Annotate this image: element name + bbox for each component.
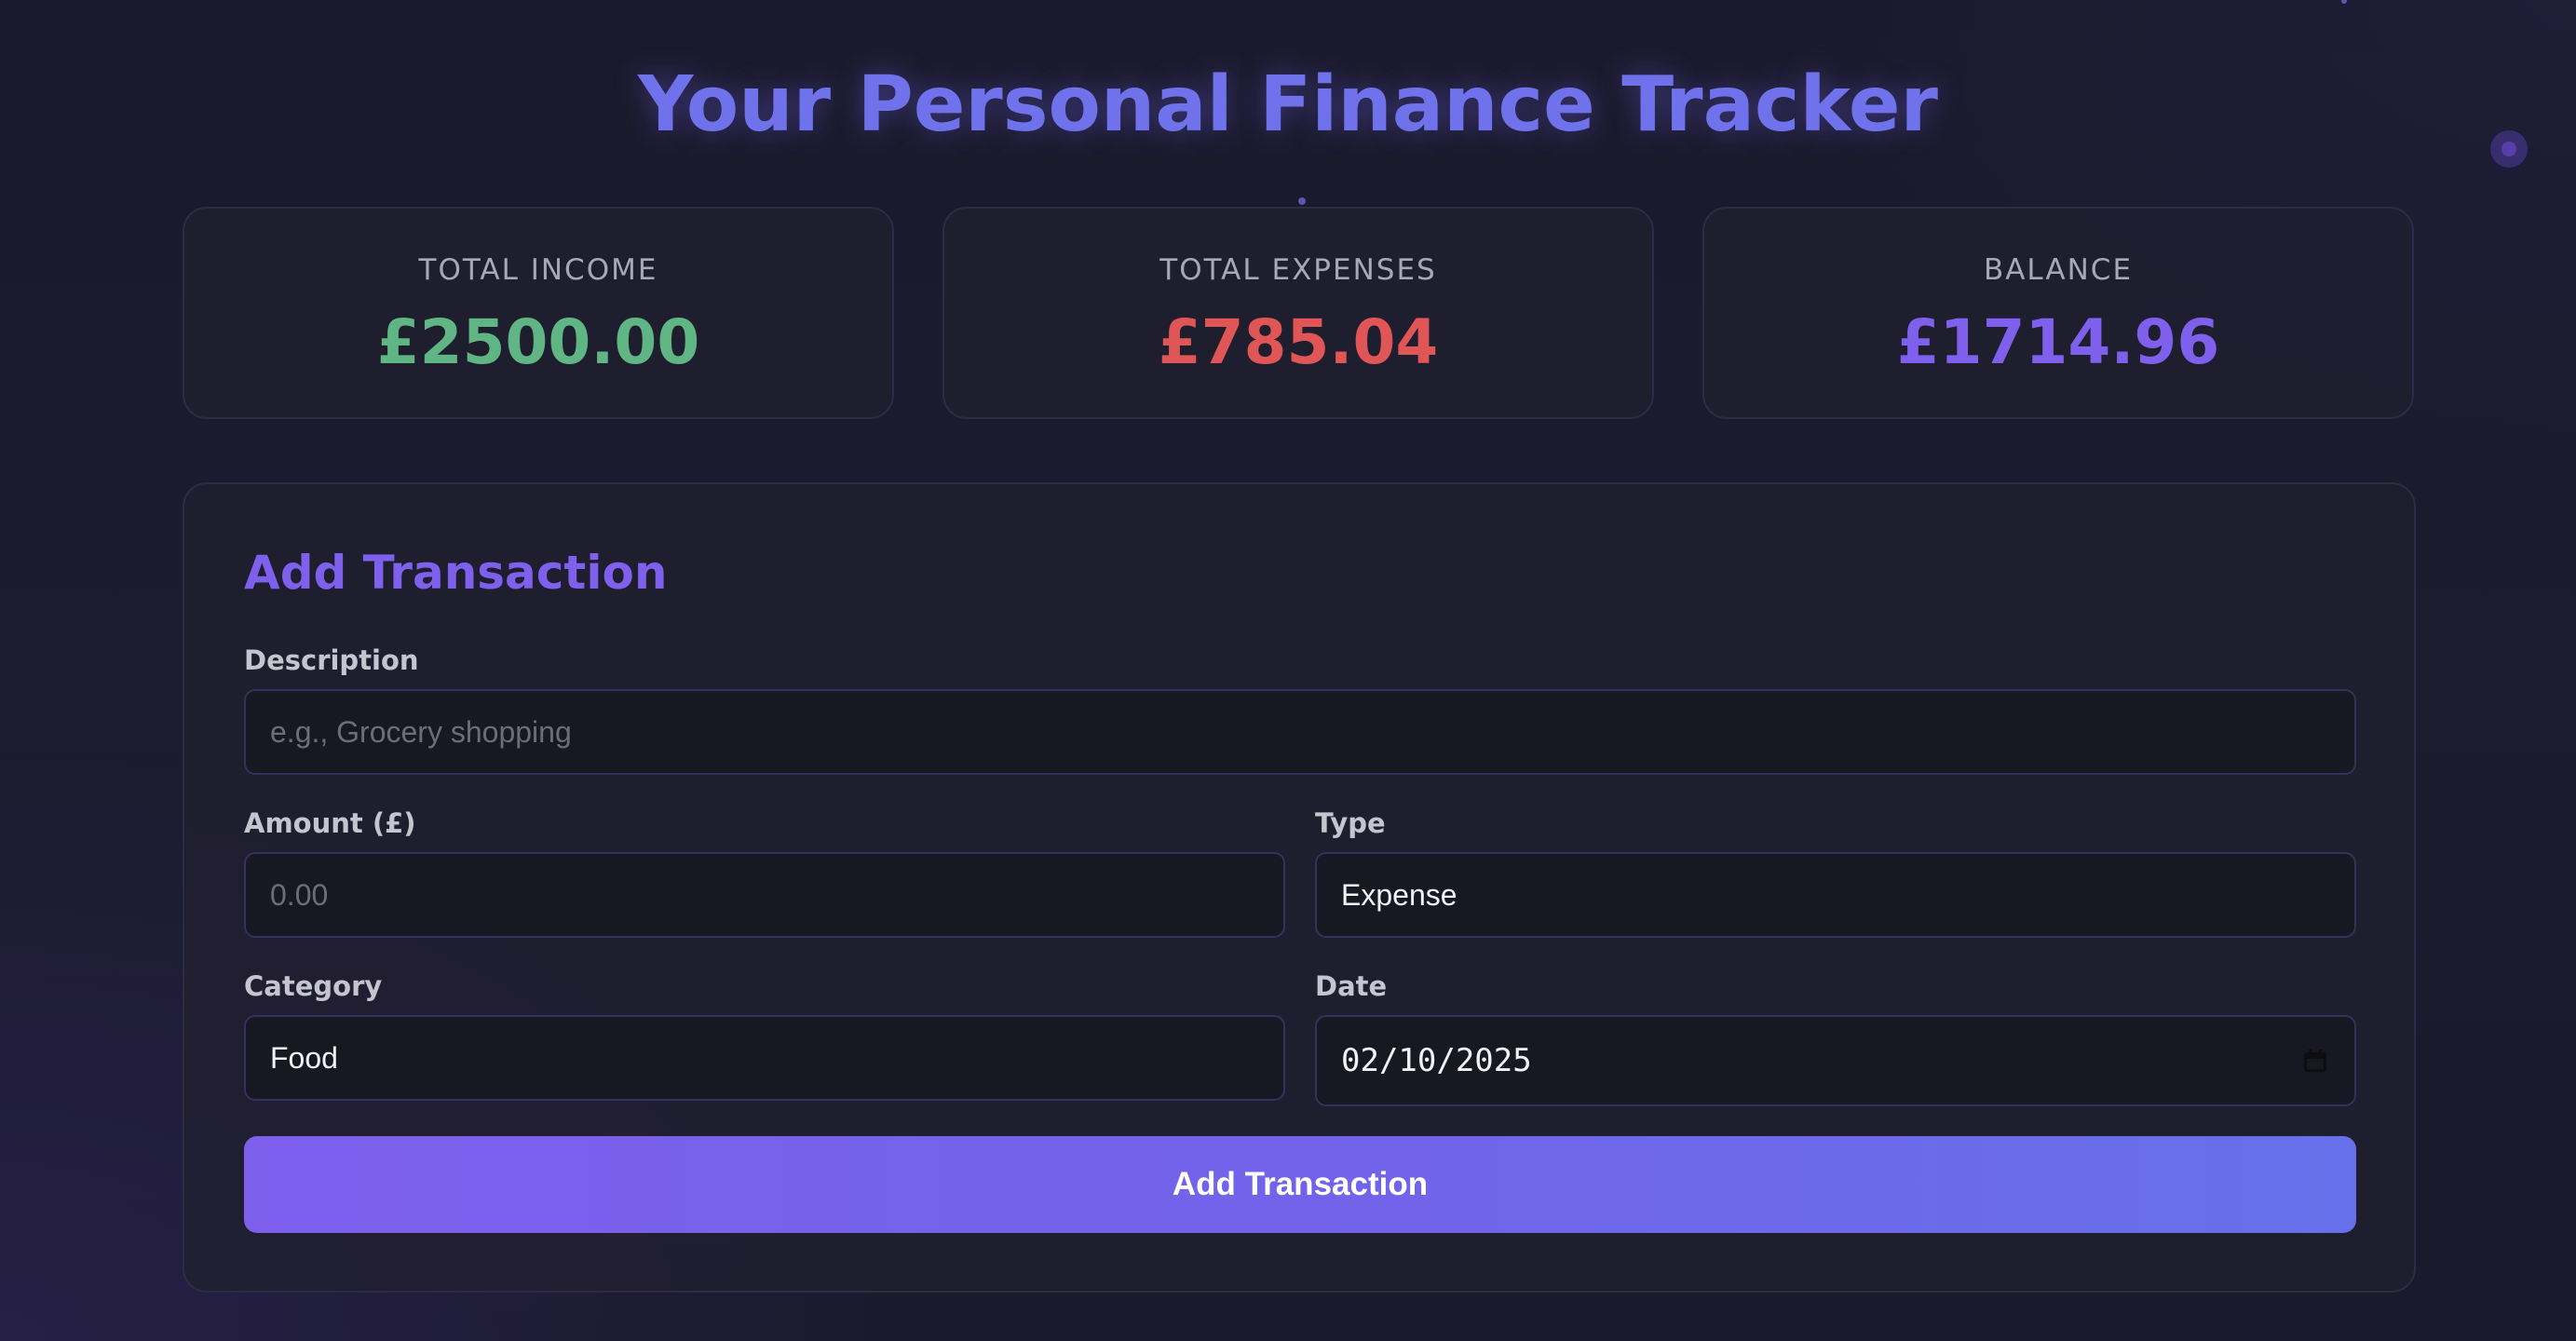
income-label: TOTAL INCOME	[418, 253, 658, 287]
page-title: Your Personal Finance Tracker	[638, 61, 1938, 149]
type-select-value: Expense	[1341, 877, 1457, 912]
decorative-dot	[1298, 197, 1306, 205]
balance-label: BALANCE	[1983, 253, 2134, 287]
category-select[interactable]: Food	[244, 1015, 1285, 1101]
add-transaction-form: Add Transaction Description Amount (£) T…	[183, 482, 2416, 1293]
expenses-value: £785.04	[1158, 306, 1439, 378]
date-input[interactable]: 02/10/2025	[1315, 1015, 2356, 1106]
balance-card: BALANCE £1714.96	[1702, 207, 2414, 419]
category-select-value: Food	[270, 1040, 338, 1075]
calendar-icon[interactable]	[2304, 1050, 2326, 1072]
category-label: Category	[244, 970, 383, 1002]
type-select[interactable]: Expense	[1315, 852, 2356, 938]
expenses-card: TOTAL EXPENSES £785.04	[942, 207, 1654, 419]
date-label: Date	[1315, 970, 1388, 1002]
date-input-value: 02/10/2025	[1341, 1042, 1532, 1079]
description-input[interactable]	[244, 689, 2356, 775]
balance-value: £1714.96	[1896, 306, 2220, 378]
amount-input[interactable]	[244, 852, 1285, 938]
amount-label: Amount (£)	[244, 807, 416, 839]
add-transaction-button[interactable]: Add Transaction	[244, 1136, 2356, 1233]
form-title: Add Transaction	[244, 546, 668, 600]
income-value: £2500.00	[376, 306, 700, 378]
expenses-label: TOTAL EXPENSES	[1159, 253, 1437, 287]
decorative-dot	[2341, 0, 2347, 4]
type-label: Type	[1315, 807, 1386, 839]
description-label: Description	[244, 644, 419, 676]
income-card: TOTAL INCOME £2500.00	[183, 207, 894, 419]
